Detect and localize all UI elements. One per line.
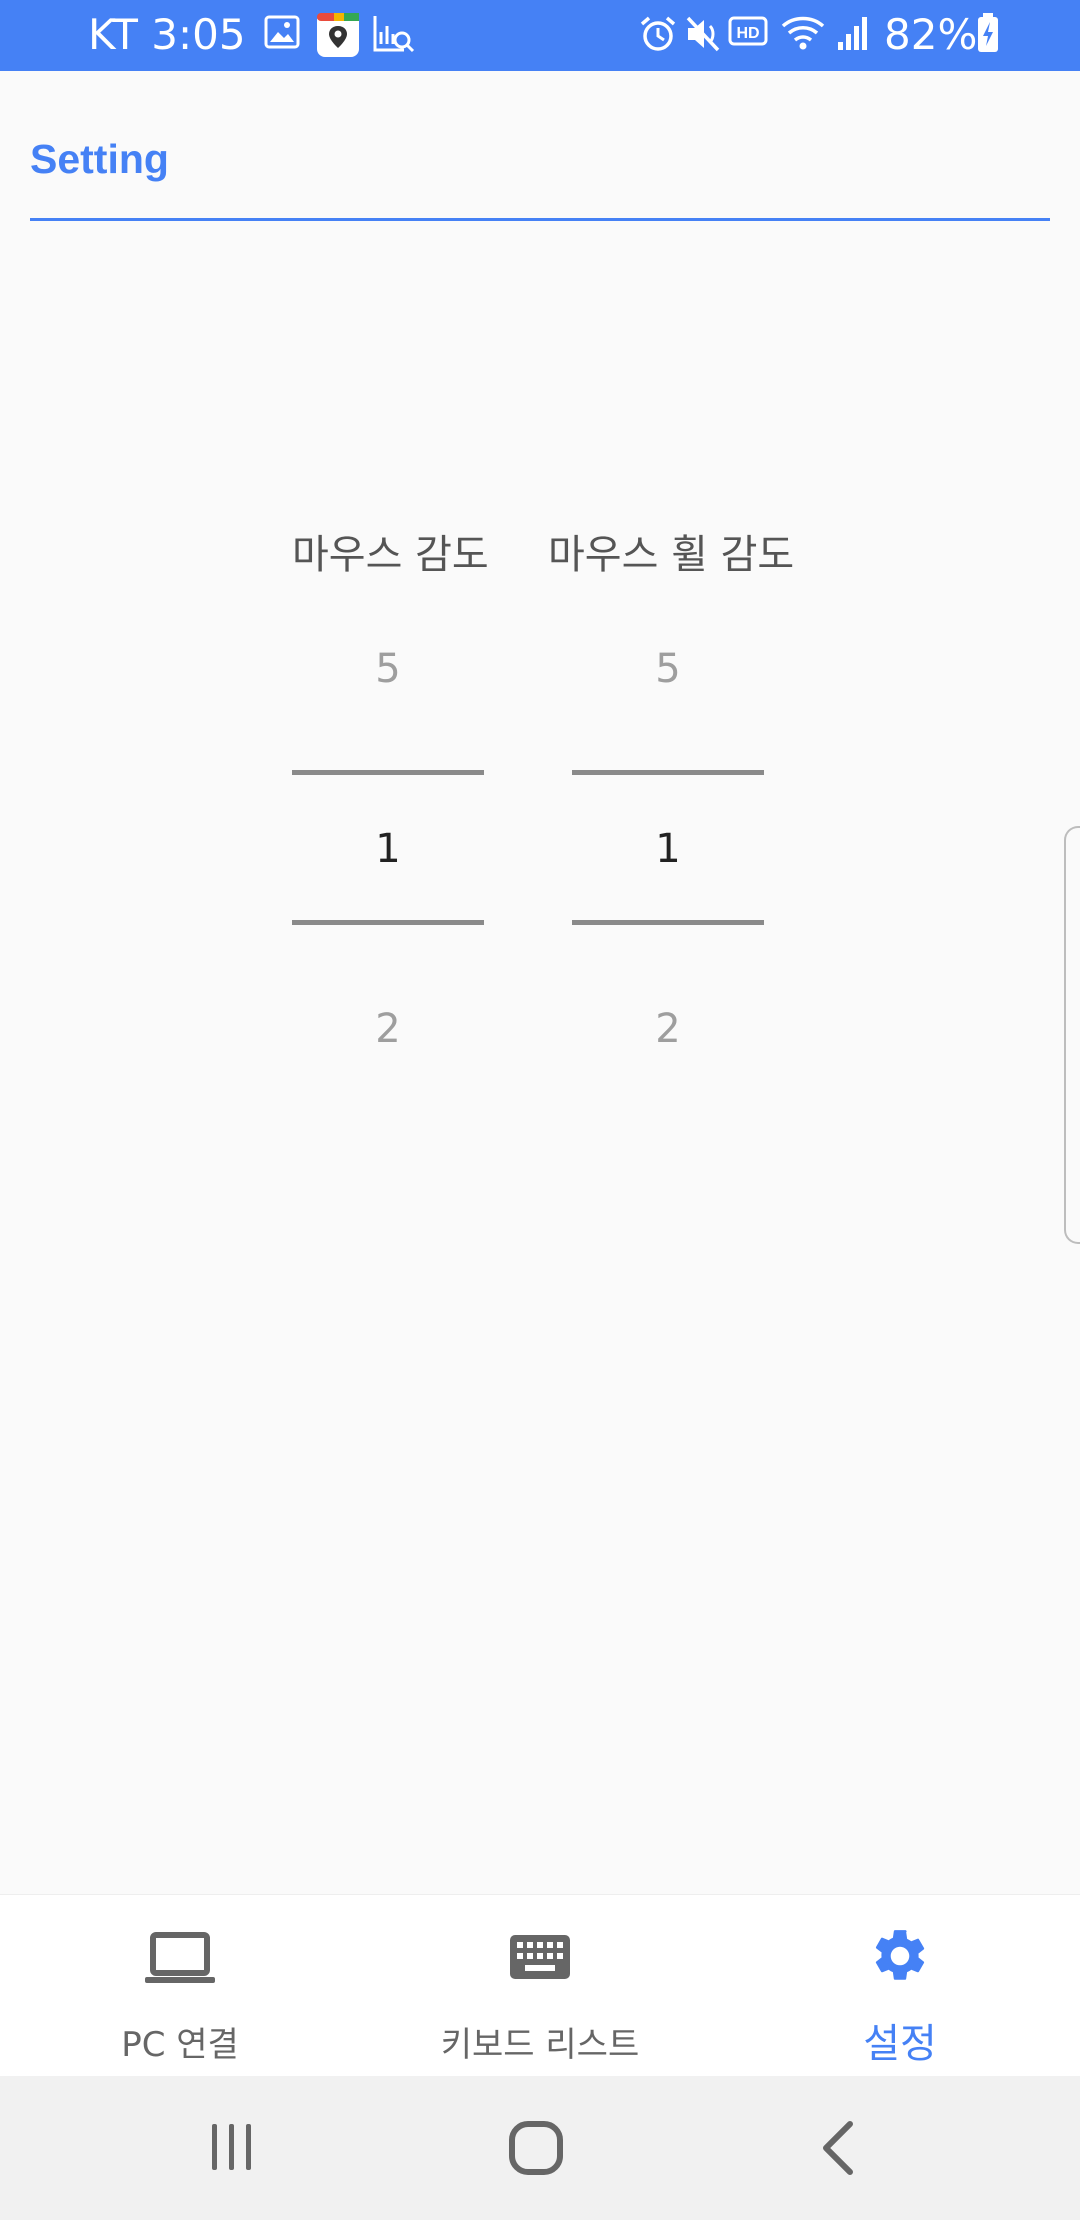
nav-item-settings[interactable]: 설정 <box>720 1895 1080 2077</box>
nav-label: 설정 <box>863 2021 937 2067</box>
back-icon[interactable] <box>818 2120 858 2180</box>
hd-icon: HD <box>728 16 768 54</box>
battery-percent: 82% <box>884 10 978 59</box>
title-divider <box>30 218 1050 221</box>
battery-charging-icon <box>976 12 1000 58</box>
nav-item-pc-connect[interactable]: PC 연결 <box>0 1895 360 2077</box>
picker-divider-top <box>292 770 484 775</box>
nav-label: 키보드 리스트 <box>440 2025 640 2065</box>
bottom-navigation: PC 연결 키보드 리스트 설정 <box>0 1894 1080 2077</box>
chart-search-icon <box>372 14 416 58</box>
status-bar: KT 3:05 HD 82% <box>0 0 1080 71</box>
gear-icon <box>869 1925 931 1991</box>
picker-label: 마우스 감도 <box>292 532 489 578</box>
recents-icon[interactable] <box>208 2122 256 2178</box>
wifi-icon <box>780 14 826 56</box>
image-icon <box>264 14 300 54</box>
mute-icon <box>684 14 724 58</box>
edge-panel-handle[interactable] <box>1064 826 1080 1244</box>
home-icon[interactable] <box>508 2120 564 2180</box>
picker-current-value[interactable]: 1 <box>572 826 764 872</box>
keyboard-icon <box>509 1931 571 1985</box>
picker-next-value[interactable]: 2 <box>292 1006 484 1052</box>
maps-app-icon <box>316 12 360 62</box>
picker-divider-top <box>572 770 764 775</box>
status-carrier-time: KT 3:05 <box>88 10 246 59</box>
picker-prev-value[interactable]: 5 <box>572 646 764 692</box>
picker-prev-value[interactable]: 5 <box>292 646 484 692</box>
picker-divider-bottom <box>572 920 764 925</box>
picker-label: 마우스 휠 감도 <box>548 532 795 578</box>
alarm-icon <box>638 14 678 58</box>
picker-divider-bottom <box>292 920 484 925</box>
svg-text:HD: HD <box>736 25 759 42</box>
picker-current-value[interactable]: 1 <box>292 826 484 872</box>
laptop-icon <box>143 1931 217 1991</box>
system-navigation-bar <box>0 2076 1080 2220</box>
signal-icon <box>836 14 870 56</box>
nav-label: PC 연결 <box>121 2025 239 2065</box>
page-title: Setting <box>30 136 169 182</box>
picker-next-value[interactable]: 2 <box>572 1006 764 1052</box>
nav-item-keyboard-list[interactable]: 키보드 리스트 <box>360 1895 720 2077</box>
